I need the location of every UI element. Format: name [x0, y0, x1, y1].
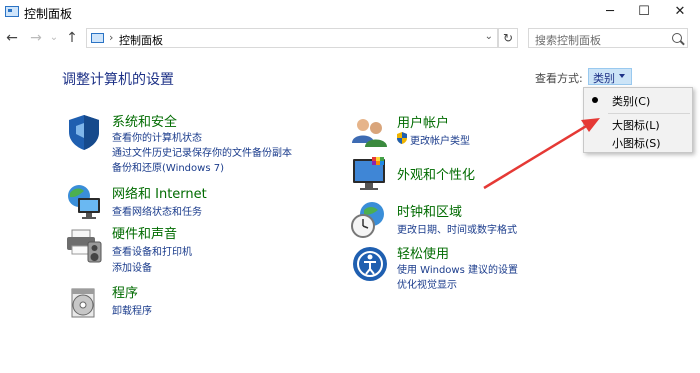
search-placeholder: 搜索控制面板 [535, 34, 601, 47]
category-network-internet[interactable]: 网络和 Internet [112, 183, 207, 202]
link-optimize-visual-display[interactable]: 优化视觉显示 [397, 276, 457, 291]
category-user-accounts[interactable]: 用户帐户 [397, 112, 449, 131]
link-text: 更改帐户类型 [410, 136, 470, 147]
recent-locations-button[interactable]: ⌄ [44, 28, 64, 48]
address-bar: ← → ⌄ ↑ › 控制面板 ⌄ ↻ 搜索控制面板 [0, 28, 700, 50]
category-hardware-sound[interactable]: 硬件和声音 [112, 223, 177, 242]
link-add-device[interactable]: 添加设备 [112, 259, 152, 274]
view-by-menu: 类别(C) 大图标(L) 小图标(S) [583, 87, 693, 153]
search-input[interactable]: 搜索控制面板 [528, 28, 688, 48]
menu-item-large-icons[interactable]: 大图标(L) [584, 115, 692, 133]
printer-speaker-icon[interactable] [64, 224, 104, 264]
users-icon[interactable] [350, 113, 390, 153]
breadcrumb-control-panel[interactable]: 控制面板 [119, 32, 163, 48]
link-windows-recommended-settings[interactable]: 使用 Windows 建议的设置 [397, 261, 518, 276]
link-change-date-time-format[interactable]: 更改日期、时间或数字格式 [397, 221, 517, 236]
minimize-button[interactable]: ─ [592, 0, 628, 24]
up-button[interactable]: ↑ [62, 28, 82, 48]
refresh-button[interactable]: ↻ [498, 28, 518, 48]
ease-of-access-icon[interactable] [350, 244, 390, 284]
chevron-down-icon[interactable]: ⌄ [485, 31, 493, 42]
back-button[interactable]: ← [2, 28, 22, 48]
link-file-history-backup[interactable]: 通过文件历史记录保存你的文件备份副本 [112, 144, 292, 159]
link-network-status[interactable]: 查看网络状态和任务 [112, 203, 202, 218]
menu-divider [608, 113, 690, 114]
view-by-selected: 类别 [593, 72, 615, 85]
menu-item-small-icons[interactable]: 小图标(S) [584, 133, 692, 151]
category-ease-of-access[interactable]: 轻松使用 [397, 243, 449, 262]
programs-disc-icon[interactable] [64, 283, 104, 323]
link-devices-printers[interactable]: 查看设备和打印机 [112, 243, 192, 258]
category-clock-region[interactable]: 时钟和区域 [397, 201, 462, 220]
network-globe-icon[interactable] [64, 182, 104, 222]
link-change-account-type[interactable]: 更改帐户类型 [397, 132, 470, 147]
category-programs[interactable]: 程序 [112, 282, 138, 301]
forward-button[interactable]: → [26, 28, 46, 48]
title-bar: 控制面板 ─ ☐ ✕ [0, 0, 700, 24]
control-panel-icon [5, 6, 19, 17]
radio-bullet-icon [592, 97, 598, 103]
link-backup-restore[interactable]: 备份和还原(Windows 7) [112, 159, 224, 174]
maximize-button[interactable]: ☐ [626, 0, 662, 24]
menu-item-category[interactable]: 类别(C) [584, 91, 692, 109]
view-by-label: 查看方式: [535, 72, 583, 85]
link-uninstall-program[interactable]: 卸载程序 [112, 302, 152, 317]
appearance-monitor-icon[interactable] [350, 154, 390, 194]
address-field[interactable]: › 控制面板 ⌄ [86, 28, 498, 48]
window-title: 控制面板 [24, 7, 73, 21]
breadcrumb-separator: › [109, 31, 114, 44]
page-title: 调整计算机的设置 [62, 72, 174, 88]
search-icon[interactable] [672, 33, 682, 43]
category-appearance-personalization[interactable]: 外观和个性化 [397, 164, 475, 183]
link-view-computer-status[interactable]: 查看你的计算机状态 [112, 129, 202, 144]
view-by-dropdown[interactable]: 类别 [588, 68, 632, 85]
shield-icon[interactable] [64, 112, 104, 152]
chevron-down-icon [619, 74, 625, 78]
category-system-security[interactable]: 系统和安全 [112, 111, 177, 130]
clock-globe-icon[interactable] [350, 200, 390, 240]
uac-shield-icon [397, 132, 407, 144]
control-panel-icon [91, 33, 104, 43]
close-button[interactable]: ✕ [662, 0, 698, 24]
